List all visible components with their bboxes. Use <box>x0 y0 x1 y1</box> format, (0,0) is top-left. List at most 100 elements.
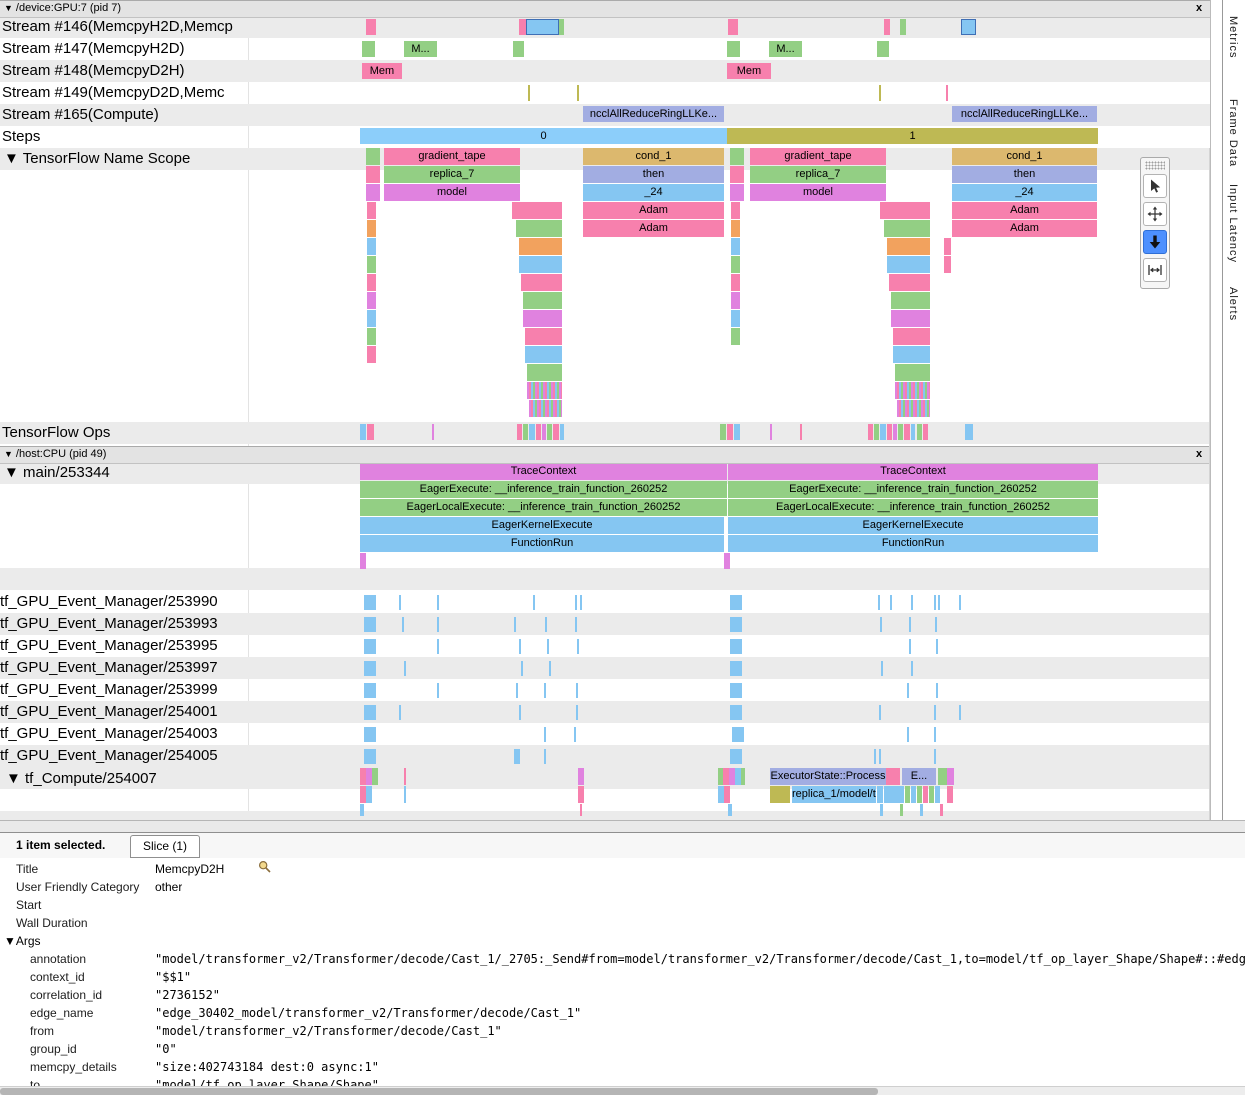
slice-replica-1-model-t[interactable]: replica_1/model/t... <box>792 786 876 803</box>
trace-slice[interactable] <box>527 364 562 381</box>
trace-slice[interactable] <box>521 274 562 291</box>
trace-slice[interactable] <box>923 786 928 803</box>
trace-slice[interactable] <box>404 661 406 676</box>
slice-1[interactable]: 1 <box>727 128 1098 144</box>
slice-m[interactable]: M... <box>769 41 802 57</box>
trace-slice[interactable] <box>360 424 366 440</box>
trace-slice[interactable] <box>521 661 523 676</box>
trace-slice[interactable] <box>367 328 376 345</box>
trace-slice[interactable] <box>947 768 954 785</box>
trace-slice[interactable] <box>544 683 546 698</box>
trace-slice[interactable] <box>961 19 976 35</box>
horizontal-scroll-thumb[interactable] <box>0 1088 878 1095</box>
trace-slice[interactable] <box>525 346 562 363</box>
trace-slice[interactable] <box>891 292 930 309</box>
trace-slice[interactable] <box>904 424 910 440</box>
trace-slice[interactable] <box>911 661 913 676</box>
trace-slice[interactable] <box>917 424 922 440</box>
trace-slice[interactable] <box>523 292 562 309</box>
slice-adam[interactable]: Adam <box>952 220 1097 237</box>
trace-slice[interactable] <box>367 424 374 440</box>
trace-slice[interactable] <box>880 804 883 816</box>
trace-slice[interactable] <box>728 804 732 816</box>
slice-replica-7[interactable]: replica_7 <box>750 166 886 183</box>
slice-tracecontext[interactable]: TraceContext <box>360 463 727 480</box>
slice-eagerkernelexecute[interactable]: EagerKernelExecute <box>360 517 724 534</box>
trace-slice[interactable] <box>404 786 406 803</box>
trace-slice[interactable] <box>741 768 745 785</box>
trace-slice[interactable] <box>730 661 742 676</box>
trace-slice[interactable] <box>929 786 934 803</box>
trace-slice[interactable] <box>934 749 936 764</box>
palette-drag-grip[interactable] <box>1145 161 1165 170</box>
trace-slice[interactable] <box>544 749 546 764</box>
trace-slice[interactable] <box>770 424 772 440</box>
trace-slice[interactable] <box>731 328 740 345</box>
trace-slice[interactable] <box>895 382 930 399</box>
trace-slice[interactable] <box>727 424 733 440</box>
trace-slice[interactable] <box>800 424 802 440</box>
trace-slice[interactable] <box>884 19 890 35</box>
trace-slice[interactable] <box>887 424 892 440</box>
trace-slice[interactable] <box>367 274 376 291</box>
slice-ncclallreduceringllke[interactable]: ncclAllReduceRingLLKe... <box>952 106 1097 122</box>
trace-slice[interactable] <box>399 595 401 610</box>
trace-slice[interactable] <box>731 310 740 327</box>
trace-slice[interactable] <box>512 202 562 219</box>
trace-slice[interactable] <box>559 19 564 35</box>
slice-functionrun[interactable]: FunctionRun <box>728 535 1098 552</box>
trace-slice[interactable] <box>730 148 744 165</box>
scroll-down-arrow-icon[interactable]: ▼ <box>1210 806 1211 819</box>
trace-slice[interactable] <box>364 617 376 632</box>
trace-slice[interactable] <box>879 705 881 720</box>
track-label[interactable]: ▼ tf_Compute/254007 <box>6 768 157 790</box>
tab-metrics[interactable]: Metrics <box>1227 16 1239 58</box>
trace-slice[interactable] <box>577 639 579 654</box>
trace-slice[interactable] <box>900 19 906 35</box>
trace-slice[interactable] <box>965 424 973 440</box>
slice-gradient-tape[interactable]: gradient_tape <box>750 148 886 165</box>
trace-slice[interactable] <box>897 400 930 417</box>
slice-cond-1[interactable]: cond_1 <box>583 148 724 165</box>
trace-slice[interactable] <box>367 292 376 309</box>
trace-slice[interactable] <box>364 683 376 698</box>
tab-slice[interactable]: Slice (1) <box>130 835 200 858</box>
trace-slice[interactable] <box>514 749 520 764</box>
trace-slice[interactable] <box>514 617 516 632</box>
tab-frame-data[interactable]: Frame Data <box>1227 99 1239 167</box>
trace-slice[interactable] <box>367 238 376 255</box>
trace-slice[interactable] <box>577 85 579 101</box>
trace-slice[interactable] <box>730 595 742 610</box>
trace-slice[interactable] <box>399 705 401 720</box>
trace-slice[interactable] <box>911 595 913 610</box>
trace-slice[interactable] <box>526 19 559 35</box>
trace-slice[interactable] <box>516 683 518 698</box>
trace-slice[interactable] <box>580 595 582 610</box>
timing-tool-button[interactable] <box>1143 258 1167 282</box>
trace-slice[interactable] <box>878 595 880 610</box>
slice-adam[interactable]: Adam <box>583 202 724 219</box>
slice-tracecontext[interactable]: TraceContext <box>728 463 1098 480</box>
trace-slice[interactable] <box>360 804 364 816</box>
slice-replica-7[interactable]: replica_7 <box>384 166 520 183</box>
trace-slice[interactable] <box>730 639 742 654</box>
slice-then[interactable]: then <box>583 166 724 183</box>
trace-slice[interactable] <box>364 705 376 720</box>
trace-slice[interactable] <box>907 683 909 698</box>
trace-slice[interactable] <box>959 705 961 720</box>
trace-slice[interactable] <box>560 424 564 440</box>
trace-slice[interactable] <box>437 639 439 654</box>
slice-adam[interactable]: Adam <box>583 220 724 237</box>
trace-slice[interactable] <box>874 749 876 764</box>
trace-slice[interactable] <box>920 804 923 816</box>
trace-slice[interactable] <box>940 804 943 816</box>
trace-slice[interactable] <box>402 617 404 632</box>
horizontal-scrollbar[interactable] <box>0 1086 1245 1095</box>
slice-24[interactable]: _24 <box>583 184 724 201</box>
trace-slice[interactable] <box>547 424 552 440</box>
trace-slice[interactable] <box>528 85 530 101</box>
trace-slice[interactable] <box>889 274 930 291</box>
trace-slice[interactable] <box>513 41 524 57</box>
trace-slice[interactable] <box>730 705 742 720</box>
trace-slice[interactable] <box>372 768 378 785</box>
